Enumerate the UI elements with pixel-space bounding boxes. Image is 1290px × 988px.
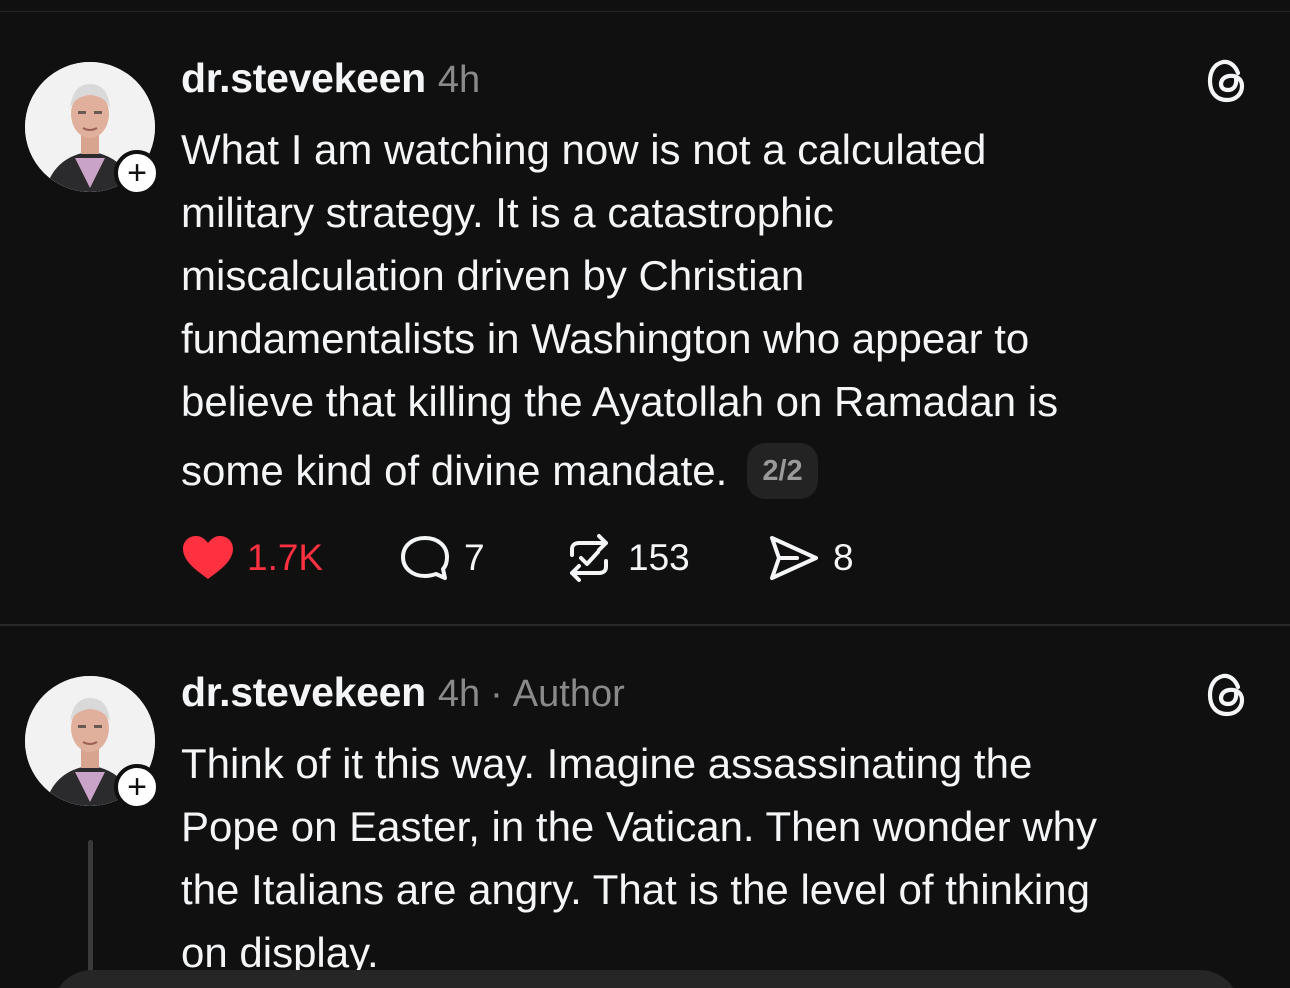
follow-plus-icon[interactable]: + [114,150,160,196]
like-button[interactable]: 1.7K [181,530,398,586]
post-time: 4h [437,59,481,101]
share-count: 8 [833,537,854,578]
threads-feed: + dr.stevekeen 4h What I am watching now… [0,0,1290,988]
thread-post: + dr.stevekeen 4h · Author Think of it t… [0,626,1290,988]
author-tag: Author [512,673,625,715]
threads-logo-icon[interactable] [1204,670,1250,720]
follow-plus-icon[interactable]: + [114,764,160,810]
post-text-line: miscalculation driven by Christian [181,252,805,299]
post-text-line: Think of it this way. Imagine assassinat… [181,740,1033,787]
repost-button[interactable]: 153 [562,530,767,586]
reply-button[interactable]: 7 [398,530,562,586]
share-button[interactable]: 8 [767,530,854,586]
paper-plane-icon [770,536,818,580]
thread-post: + dr.stevekeen 4h What I am watching now… [0,0,1290,624]
post-text: What I am watching now is not a calculat… [181,118,1251,502]
meta-separator: · [490,673,503,715]
post-actions: 1.7K 7 153 8 [181,530,854,586]
thread-connector-line [88,840,93,988]
bottom-sheet[interactable] [52,970,1240,988]
post-text-line: the Italians are angry. That is the leve… [181,866,1090,913]
post-text-last-line: some kind of divine mandate. 2/2 [181,439,1251,502]
repost-count: 153 [628,537,690,578]
speech-bubble-icon [401,536,449,580]
username[interactable]: dr.stevekeen [181,669,426,716]
post-text-line: Pope on Easter, in the Vatican. Then won… [181,803,1098,850]
post-header: dr.stevekeen 4h [181,55,480,105]
heart-icon [183,536,233,579]
post-text-line: fundamentalists in Washington who appear… [181,315,1030,362]
post-text: Think of it this way. Imagine assassinat… [181,732,1251,984]
repost-icon [570,534,608,582]
post-text-line: some kind of divine mandate. [181,447,728,494]
post-text-line: believe that killing the Ayatollah on Ra… [181,378,1059,425]
post-text-line: What I am watching now is not a calculat… [181,126,987,173]
post-text-line: military strategy. It is a catastrophic [181,189,834,236]
like-count: 1.7K [247,537,324,578]
post-time: 4h [437,673,481,715]
post-header: dr.stevekeen 4h · Author [181,669,625,719]
reply-count: 7 [464,537,485,578]
username[interactable]: dr.stevekeen [181,55,426,102]
threads-logo-icon[interactable] [1204,56,1250,106]
thread-page-badge: 2/2 [747,442,818,499]
